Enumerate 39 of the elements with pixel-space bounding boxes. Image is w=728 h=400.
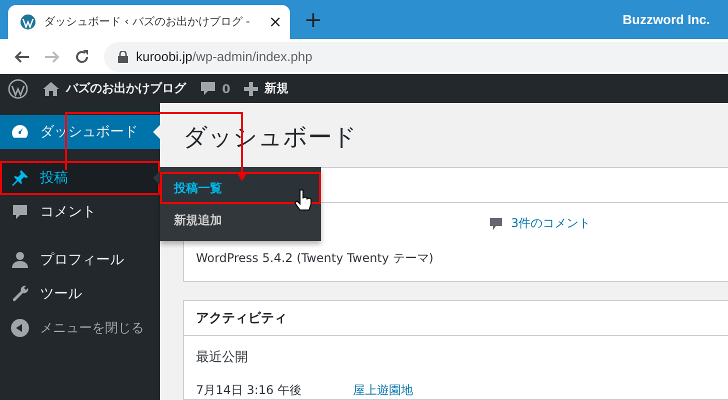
version-text: WordPress 5.4.2 (Twenty Twenty テーマ) [196, 250, 434, 267]
sidebar-item[interactable]: 投稿 [0, 161, 160, 195]
card-title: アクティビティ [196, 310, 287, 327]
pin-icon [10, 168, 30, 188]
submenu-item[interactable]: 新規追加 [160, 204, 321, 236]
hand-cursor-icon [294, 190, 312, 210]
lock-icon [118, 50, 128, 63]
browser-tab[interactable]: ダッシュボード ‹ バズのお出かけブログ - × [8, 4, 290, 39]
url-host: kuroobi.jp [136, 49, 192, 64]
section-heading: 最近公開 [196, 349, 248, 366]
back-icon[interactable] [14, 48, 30, 65]
home-icon [42, 80, 60, 97]
speech-bubble-icon [10, 202, 30, 222]
wordpress-logo-icon[interactable] [8, 78, 28, 99]
post-date: 7月14日 3:16 午後 [196, 382, 302, 399]
profile-name: Buzzword Inc. [622, 12, 710, 27]
tab-title: ダッシュボード ‹ バズのお出かけブログ - [44, 14, 251, 30]
site-name-link[interactable]: バズのお出かけブログ [66, 80, 186, 98]
post-link[interactable]: 屋上遊園地 [353, 382, 413, 399]
speech-bubble-icon [489, 216, 503, 230]
address-field[interactable]: kuroobi.jp/wp-admin/index.php [104, 42, 728, 72]
comments-link[interactable]: 3件のコメント [511, 215, 591, 232]
comment-count[interactable]: 0 [222, 82, 230, 96]
reload-icon[interactable] [74, 48, 90, 65]
sidebar-item[interactable]: プロフィール [0, 243, 160, 277]
speech-bubble-icon [200, 80, 216, 97]
sidebar-item[interactable]: メニューを閉じる [0, 311, 160, 345]
wrench-icon [10, 284, 30, 304]
plus-icon [244, 82, 258, 96]
sidebar-item[interactable]: ダッシュボード [0, 115, 160, 149]
sidebar-item[interactable]: ツール [0, 277, 160, 311]
submenu-item[interactable]: 投稿一覧 [160, 172, 321, 204]
new-tab-button[interactable]: + [304, 8, 322, 33]
new-link[interactable]: 新規 [264, 80, 288, 98]
person-icon [10, 250, 30, 270]
wordpress-logo-icon [20, 14, 36, 30]
url-path: /wp-admin/index.php [192, 49, 312, 64]
close-tab-button[interactable]: × [268, 12, 282, 32]
sidebar-item[interactable]: コメント [0, 195, 160, 229]
